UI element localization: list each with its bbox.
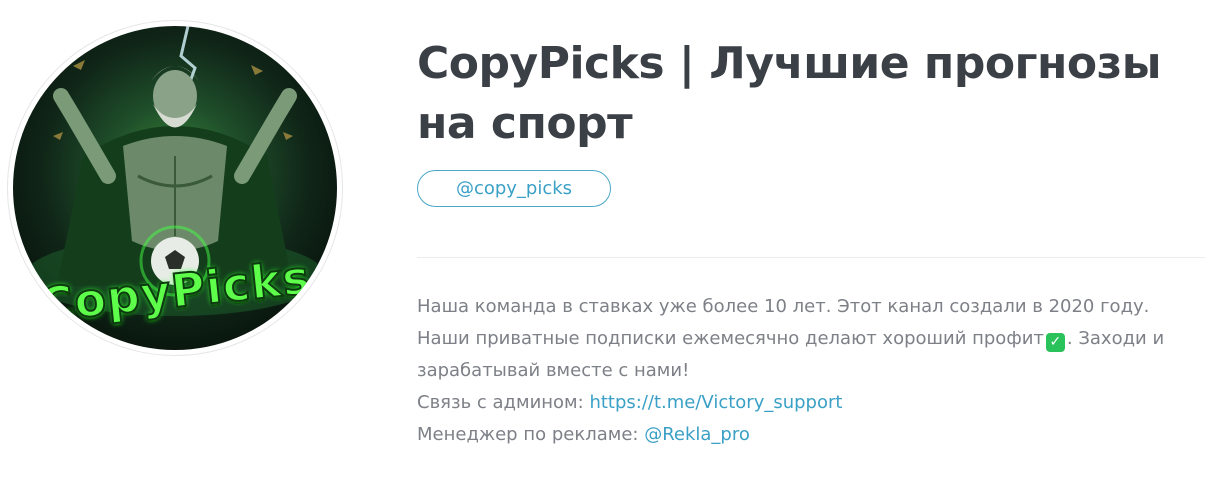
- description-line: Наша команда в ставках уже более 10 лет.…: [417, 296, 1150, 317]
- description-text: Наши приватные подписки ежемесячно делаю…: [417, 328, 1044, 349]
- divider: [417, 257, 1205, 258]
- admin-contact-label: Связь с админом:: [417, 392, 590, 413]
- description-text: . Заходи и: [1066, 328, 1165, 349]
- admin-contact-link[interactable]: https://t.me/Victory_support: [589, 392, 842, 413]
- ads-manager-line: Менеджер по рекламе: @Rekla_pro: [417, 419, 1207, 451]
- channel-avatar-frame: CopyPicks: [7, 20, 343, 356]
- channel-username-button[interactable]: @copy_picks: [417, 170, 611, 207]
- channel-title: CopyPicks | Лучшие прогнозы на спорт: [417, 38, 1162, 149]
- channel-avatar[interactable]: CopyPicks: [13, 26, 337, 350]
- channel-description: Наша команда в ставках уже более 10 лет.…: [417, 291, 1207, 451]
- ads-manager-label: Менеджер по рекламе:: [417, 424, 645, 445]
- check-mark-icon: ✓: [1045, 333, 1065, 352]
- channel-info: CopyPicks | Лучшие прогнозы на спорт @co…: [417, 34, 1207, 451]
- description-line: зарабатывай вместе с нами!: [417, 360, 690, 381]
- description-line: Наши приватные подписки ежемесячно делаю…: [417, 323, 1207, 355]
- ads-manager-link[interactable]: @Rekla_pro: [644, 424, 750, 445]
- admin-contact-line: Связь с админом: https://t.me/Victory_su…: [417, 387, 1207, 419]
